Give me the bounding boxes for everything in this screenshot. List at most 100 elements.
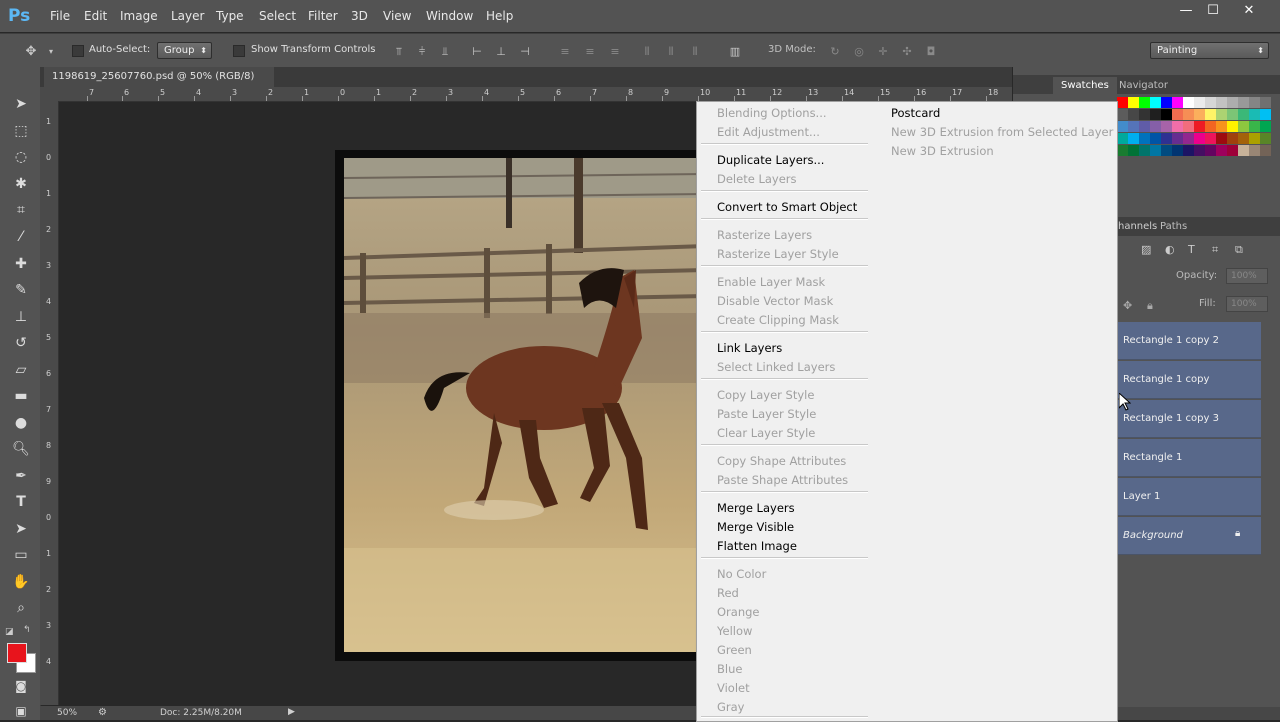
distribute-vcenter-icon[interactable]: ≡	[583, 46, 597, 58]
color-swatch[interactable]	[1260, 145, 1271, 156]
color-swatch[interactable]	[1161, 97, 1172, 108]
context-menu-item[interactable]: Paste Shape Attributes	[717, 473, 848, 487]
fill-field[interactable]: 100%	[1226, 296, 1268, 312]
3d-scale-icon[interactable]: ◘	[924, 46, 938, 58]
lock-position-icon[interactable]: ✥	[1123, 299, 1132, 312]
distribute-bottom-icon[interactable]: ≡	[608, 46, 622, 58]
context-menu-item[interactable]: Blue	[717, 662, 742, 676]
context-menu-item[interactable]: Link Layers	[717, 341, 782, 355]
context-menu-item[interactable]: Copy Layer Style	[717, 388, 814, 402]
context-menu-item[interactable]: Delete Layers	[717, 172, 797, 186]
color-swatch[interactable]	[1249, 109, 1260, 120]
type-tool-icon[interactable]: T	[10, 492, 32, 512]
color-swatch[interactable]	[1139, 133, 1150, 144]
hand-tool-icon[interactable]: ✋	[10, 572, 32, 592]
default-colors-icon[interactable]: ◪	[5, 627, 14, 637]
context-menu-item[interactable]: Create Clipping Mask	[717, 313, 839, 327]
color-swatch[interactable]	[1172, 145, 1183, 156]
tab-swatches[interactable]: Swatches	[1053, 77, 1117, 95]
color-swatch[interactable]	[1260, 121, 1271, 132]
context-menu-item[interactable]: Duplicate Layers...	[717, 153, 824, 167]
color-swatch[interactable]	[1183, 109, 1194, 120]
color-swatch[interactable]	[1150, 97, 1161, 108]
align-vcenter-icon[interactable]: ⫩	[415, 46, 429, 58]
color-swatch[interactable]	[1238, 145, 1249, 156]
color-swatch[interactable]	[1194, 109, 1205, 120]
lasso-tool-icon[interactable]: ◌	[10, 147, 32, 167]
color-swatch[interactable]	[1117, 109, 1128, 120]
context-menu-item[interactable]: Violet	[717, 681, 750, 695]
color-swatch[interactable]	[1238, 109, 1249, 120]
color-swatch[interactable]	[1161, 121, 1172, 132]
maximize-button[interactable]: ☐	[1200, 2, 1226, 20]
eraser-tool-icon[interactable]: ▱	[10, 360, 32, 380]
color-swatch[interactable]	[1172, 121, 1183, 132]
color-swatch[interactable]	[1117, 97, 1128, 108]
gradient-tool-icon[interactable]: ▬	[10, 386, 32, 406]
lock-all-icon[interactable]: 🔒︎	[1147, 299, 1153, 313]
distribute-top-icon[interactable]: ≡	[558, 46, 572, 58]
color-swatch[interactable]	[1205, 133, 1216, 144]
status-menu-arrow-icon[interactable]: ▶	[288, 707, 295, 717]
color-swatch[interactable]	[1117, 133, 1128, 144]
show-transform-checkbox[interactable]	[233, 45, 245, 57]
zoom-level[interactable]: 50%	[57, 708, 77, 718]
3d-roll-icon[interactable]: ◎	[852, 46, 866, 58]
color-swatch[interactable]	[1238, 133, 1249, 144]
context-menu-item[interactable]: No Color	[717, 567, 766, 581]
distribute-hcenter-icon[interactable]: ⦀	[664, 46, 678, 58]
color-swatch[interactable]	[1161, 133, 1172, 144]
auto-select-dropdown[interactable]: Group ⬍	[157, 42, 212, 59]
history-brush-tool-icon[interactable]: ↺	[10, 333, 32, 353]
color-swatch[interactable]	[1161, 145, 1172, 156]
color-swatch[interactable]	[1205, 121, 1216, 132]
color-swatch[interactable]	[1216, 133, 1227, 144]
color-swatch[interactable]	[1260, 133, 1271, 144]
layer-row[interactable]: Rectangle 1 copy	[1117, 361, 1261, 399]
context-menu-item[interactable]: Orange	[717, 605, 760, 619]
auto-select-checkbox[interactable]	[72, 45, 84, 57]
color-swatch[interactable]	[1227, 133, 1238, 144]
color-swatch[interactable]	[1139, 109, 1150, 120]
swatches-grid[interactable]	[1117, 97, 1271, 187]
filter-type-icon[interactable]: T	[1188, 243, 1195, 256]
3d-rotate-icon[interactable]: ↻	[828, 46, 842, 58]
color-swatch[interactable]	[1172, 109, 1183, 120]
context-menu-item[interactable]: Clear Layer Style	[717, 426, 815, 440]
context-menu-item[interactable]: Green	[717, 643, 752, 657]
color-swatch[interactable]	[1216, 97, 1227, 108]
tab-navigator[interactable]: Navigator	[1119, 77, 1168, 95]
tool-preset-dropdown-icon[interactable]: ▾	[44, 46, 58, 58]
color-swatch[interactable]	[1128, 97, 1139, 108]
color-swatch[interactable]	[1183, 97, 1194, 108]
dodge-tool-icon[interactable]: 🔍︎	[10, 439, 32, 459]
color-swatch[interactable]	[1139, 97, 1150, 108]
swap-colors-icon[interactable]: ↰	[23, 625, 31, 635]
menu-layer[interactable]: Layer	[171, 9, 204, 23]
context-menu-3d-item[interactable]: New 3D Extrusion from Selected Layer	[891, 125, 1113, 139]
color-swatch[interactable]	[1161, 109, 1172, 120]
color-swatch[interactable]	[1249, 97, 1260, 108]
marquee-tool-icon[interactable]: ⬚	[10, 121, 32, 141]
menu-view[interactable]: View	[383, 9, 411, 23]
color-swatch[interactable]	[1183, 121, 1194, 132]
crop-tool-icon[interactable]: ⌗	[10, 200, 32, 220]
opacity-field[interactable]: 100%	[1226, 268, 1268, 284]
auto-align-icon[interactable]: ▥	[728, 46, 742, 58]
pen-tool-icon[interactable]: ✒	[10, 466, 32, 486]
color-swatch[interactable]	[1238, 97, 1249, 108]
context-menu-item[interactable]: Rasterize Layers	[717, 228, 812, 242]
screen-mode-icon[interactable]: ▣	[10, 701, 32, 721]
menu-filter[interactable]: Filter	[308, 9, 338, 23]
color-swatch[interactable]	[1150, 121, 1161, 132]
color-swatch[interactable]	[1205, 109, 1216, 120]
align-bottom-icon[interactable]: ⫫	[438, 46, 452, 58]
filter-shape-icon[interactable]: ⌗	[1212, 243, 1218, 257]
layer-row[interactable]: Rectangle 1 copy 2	[1117, 322, 1261, 360]
blur-tool-icon[interactable]: ●	[10, 413, 32, 433]
color-swatch[interactable]	[1216, 145, 1227, 156]
context-menu-item[interactable]: Enable Layer Mask	[717, 275, 825, 289]
context-menu-item[interactable]: Flatten Image	[717, 539, 797, 553]
color-swatch[interactable]	[1205, 97, 1216, 108]
context-menu-3d-item[interactable]: New 3D Extrusion	[891, 144, 994, 158]
